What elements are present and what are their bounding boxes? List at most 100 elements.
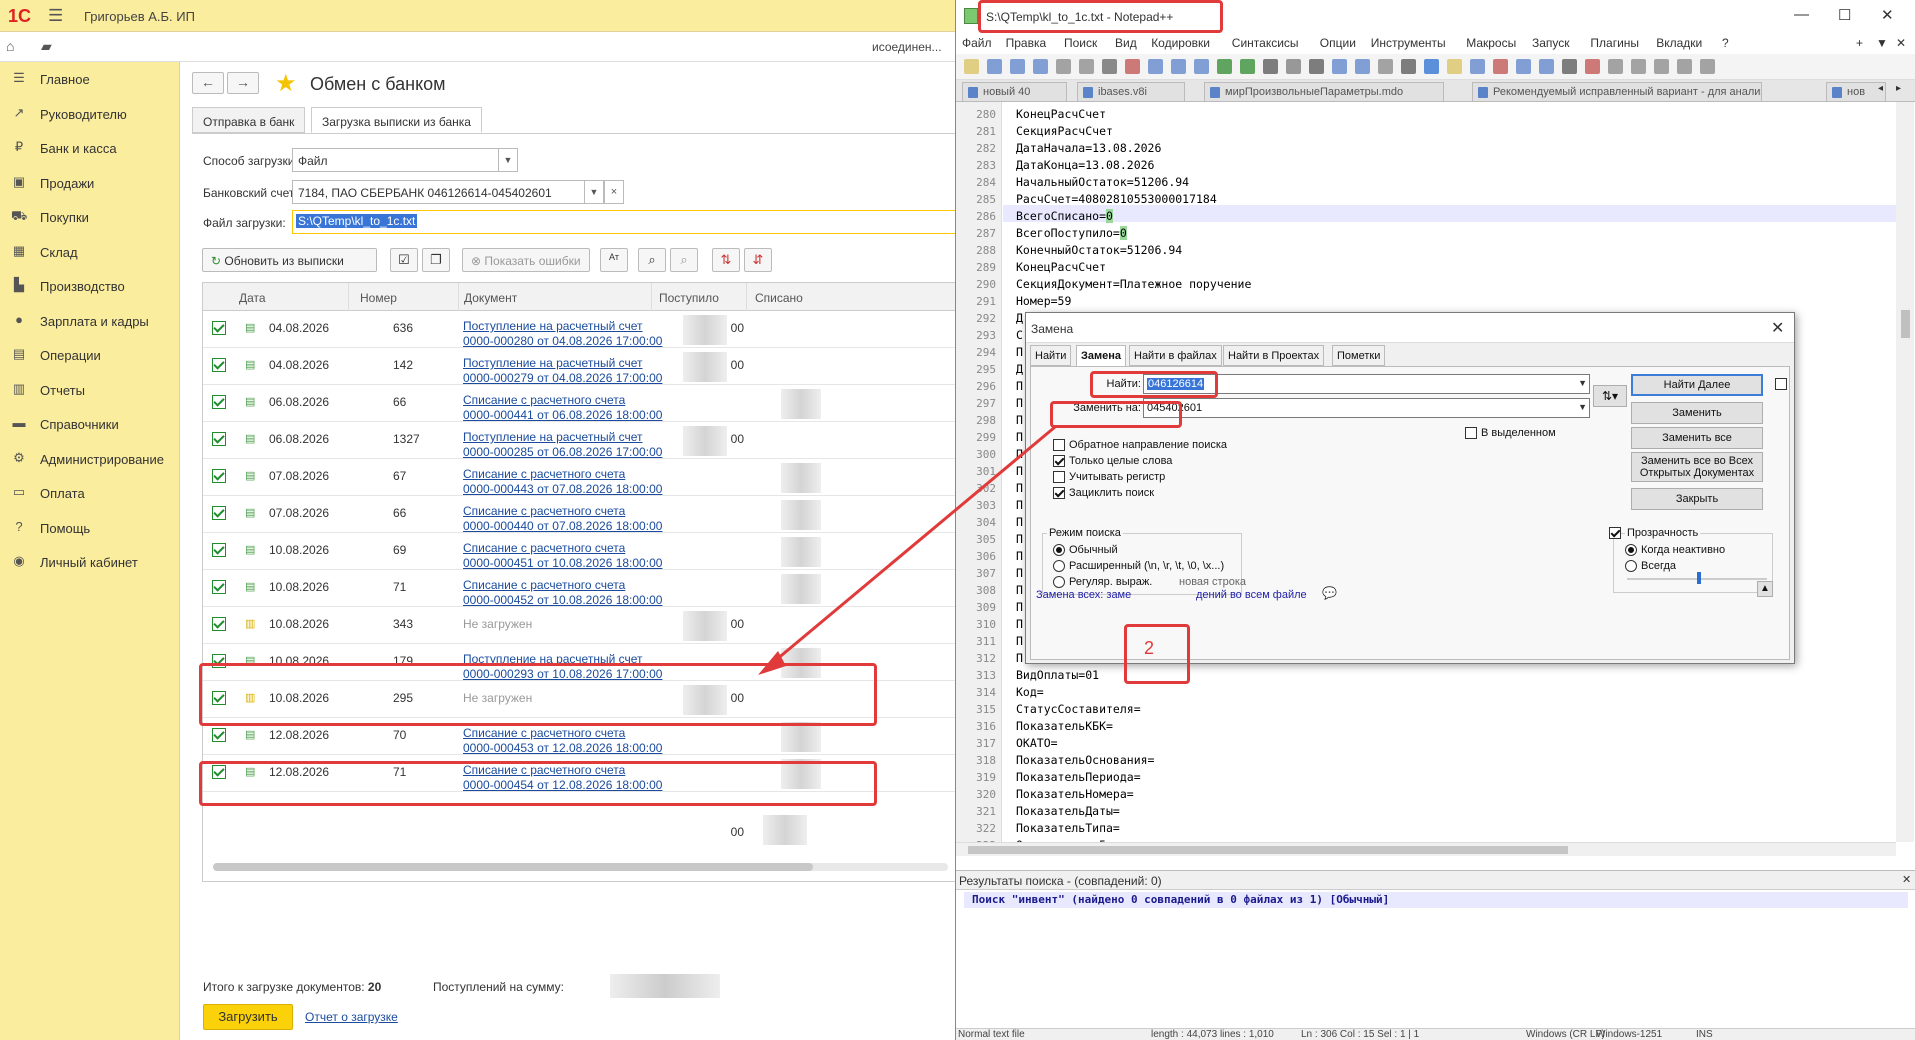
editor-vertical-scrollbar[interactable] [1896, 102, 1914, 842]
search-mode-radio[interactable] [1053, 576, 1065, 588]
show-all-chars-icon[interactable] [1424, 59, 1439, 74]
search-mode-radio[interactable] [1053, 560, 1065, 572]
account-mapping-icon[interactable]: Ат [600, 248, 628, 272]
doc-map-icon[interactable] [1493, 59, 1508, 74]
sidebar-item[interactable]: ▬ Справочники [0, 407, 180, 441]
document-tab[interactable]: новый 40 [962, 82, 1067, 102]
load-button[interactable]: Загрузить [203, 1004, 293, 1030]
option-checkbox[interactable] [1053, 439, 1065, 451]
delete-icon[interactable] [1194, 59, 1209, 74]
replace-input[interactable]: 045402601 ▼ [1143, 398, 1590, 418]
sync-v-icon[interactable] [1355, 59, 1370, 74]
row-document[interactable]: Списание с расчетного счета 0000-000451 о… [463, 541, 698, 571]
row-document[interactable]: Поступление на расчетный счет 0000-000279… [463, 356, 698, 386]
menu-item[interactable]: Файл [962, 36, 992, 50]
copy-icon[interactable] [1148, 59, 1163, 74]
transparency-checkbox[interactable] [1609, 527, 1621, 539]
menu-item[interactable]: Правка [1006, 36, 1047, 50]
zoom-in-icon[interactable] [1309, 59, 1324, 74]
table-row[interactable]: ▤ 04.08.2026 636 Поступление на расчетный с… [203, 311, 956, 348]
sidebar-item[interactable]: ● Зарплата и кадры [0, 304, 180, 338]
option-checkbox[interactable] [1053, 455, 1065, 467]
editor-horizontal-scrollbar[interactable] [956, 842, 1896, 856]
option-checkbox[interactable] [1053, 487, 1065, 499]
close-all-icon[interactable] [1079, 59, 1094, 74]
row-document[interactable]: Списание с расчетного счета 0000-000452 о… [463, 578, 698, 608]
row-checkbox[interactable] [212, 321, 226, 335]
col-number[interactable]: Номер [360, 291, 397, 305]
forward-button[interactable]: → [227, 72, 259, 94]
copy-icon[interactable]: ❐ [422, 248, 450, 272]
new-file-icon[interactable] [964, 59, 979, 74]
close-icon[interactable]: ✕ [1896, 36, 1906, 50]
minimize-icon[interactable]: — [1794, 6, 1809, 23]
col-received[interactable]: Поступило [659, 291, 719, 305]
lang-icon[interactable] [1470, 59, 1485, 74]
table-row[interactable]: ▥ 10.08.2026 343 Не загружен 00 [203, 607, 956, 644]
menu-item[interactable]: Макросы [1466, 36, 1516, 50]
row-document[interactable]: Списание с расчетного счета 0000-000440 о… [463, 504, 698, 534]
row-checkbox[interactable] [212, 506, 226, 520]
record-macro-icon[interactable] [1585, 59, 1600, 74]
row-checkbox[interactable] [212, 469, 226, 483]
transparency-radio[interactable] [1625, 544, 1637, 556]
row-document[interactable]: Поступление на расчетный счет 0000-000285… [463, 430, 698, 460]
table-row[interactable]: ▤ 10.08.2026 71 Списание с расчетного счета… [203, 570, 956, 608]
word-wrap-icon[interactable] [1401, 59, 1416, 74]
search-result-line[interactable]: Поиск "инвент" (найдено 0 совпадений в 0… [964, 892, 1908, 908]
zoom-out-icon[interactable] [1332, 59, 1347, 74]
replace-all-open-docs-button[interactable]: Заменить все во Всех Открытых Документах [1631, 452, 1763, 482]
table-row[interactable]: ▤ 07.08.2026 67 Списание с расчетного счета… [203, 459, 956, 496]
sidebar-item[interactable]: ⚙ Администрирование [0, 442, 180, 476]
sidebar-item[interactable]: ▭ Оплата [0, 476, 180, 510]
tab-scroll-left-icon[interactable]: ◂ [1878, 83, 1883, 94]
row-checkbox[interactable] [212, 580, 226, 594]
undo-icon[interactable] [1217, 59, 1232, 74]
row-checkbox[interactable] [212, 358, 226, 372]
table-row[interactable]: ▤ 10.08.2026 69 Списание с расчетного счета… [203, 533, 956, 571]
sort-ascending-icon[interactable]: ⇅ [712, 248, 740, 272]
replace-icon[interactable] [1286, 59, 1301, 74]
document-tab[interactable]: мирПроизвольныеПараметры.mdo [1204, 82, 1444, 102]
folder-icon[interactable] [1539, 59, 1554, 74]
sidebar-item[interactable]: ▤ Операции [0, 338, 180, 372]
tab-scroll-right-icon[interactable]: ▸ [1896, 83, 1901, 94]
document-tab[interactable]: Рекомендуемый исправленный вариант - для… [1472, 82, 1762, 102]
find-next-button[interactable]: Найти Далее [1631, 374, 1763, 396]
document-tab[interactable]: нов [1826, 82, 1886, 102]
speech-bubble-icon[interactable]: 💬 [1322, 586, 1337, 600]
sidebar-item[interactable]: ? Помощь [0, 511, 180, 545]
sidebar-item[interactable]: ◉ Личный кабинет [0, 545, 180, 579]
function-list-icon[interactable] [1516, 59, 1531, 74]
col-document[interactable]: Документ [464, 291, 517, 305]
row-checkbox[interactable] [212, 543, 226, 557]
close-button[interactable]: Закрыть [1631, 488, 1763, 510]
check-all-icon[interactable]: ☑ [390, 248, 418, 272]
tab-load-statement[interactable]: Загрузка выписки из банка [311, 107, 482, 133]
tab-find-in-files[interactable]: Найти в файлах [1129, 345, 1222, 366]
row-checkbox[interactable] [212, 617, 226, 631]
tab-marks[interactable]: Пометки [1332, 345, 1386, 366]
table-row[interactable]: ▤ 04.08.2026 142 Поступление на расчетный с… [203, 348, 956, 386]
tab-find[interactable]: Найти [1030, 345, 1072, 366]
monitor-icon[interactable] [1562, 59, 1577, 74]
refresh-from-statement-button[interactable]: ↻ Обновить из выписки [202, 248, 377, 272]
load-report-link[interactable]: Отчет о загрузке [305, 1010, 398, 1024]
maximize-icon[interactable]: ☐ [1838, 6, 1851, 24]
row-document[interactable]: Списание с расчетного счета 0000-000453 о… [463, 726, 698, 756]
sidebar-item[interactable]: ☰ Главное [0, 62, 180, 96]
favorite-star-icon[interactable]: ★ [275, 69, 297, 98]
search-icon[interactable]: ⌕ [638, 248, 666, 272]
scrollbar-thumb[interactable] [968, 846, 1568, 854]
collapse-icon[interactable]: ▲ [1757, 581, 1773, 597]
table-horizontal-scrollbar[interactable] [213, 863, 948, 871]
chevron-down-icon[interactable]: ▼ [1578, 378, 1587, 388]
menu-item[interactable]: Синтаксисы [1232, 36, 1299, 50]
search-mode-radio[interactable] [1053, 544, 1065, 556]
chevron-down-icon[interactable]: ▼ [584, 180, 604, 204]
save-all-icon[interactable] [1033, 59, 1048, 74]
find-icon[interactable] [1263, 59, 1278, 74]
swap-find-replace-icon[interactable]: ⇅▾ [1593, 385, 1627, 407]
chevron-down-icon[interactable]: ▼ [498, 148, 518, 172]
document-tab[interactable]: ibases.v8i [1077, 82, 1185, 102]
